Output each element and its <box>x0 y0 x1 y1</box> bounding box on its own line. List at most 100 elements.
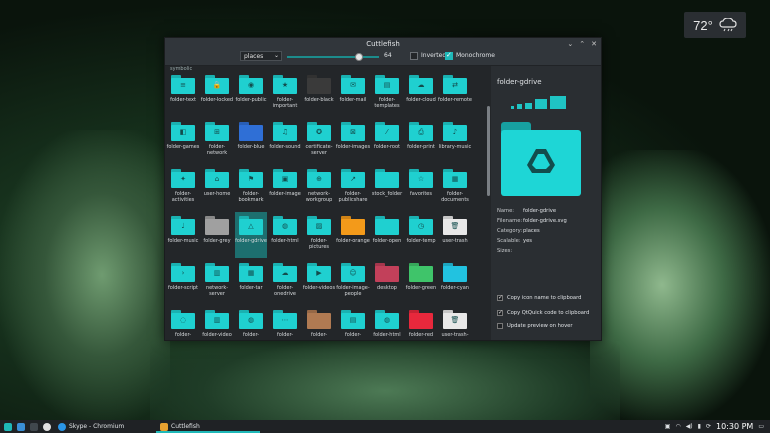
icon-cell[interactable]: folder-grey <box>201 212 233 258</box>
icon-cell[interactable]: ▤ folder- <box>337 306 369 340</box>
icon-cell[interactable]: ☺ folder-image-people <box>336 259 370 305</box>
folder-icon: ☺ <box>341 263 365 282</box>
icon-cell[interactable]: ◍ folder- <box>235 306 267 340</box>
icon-cell[interactable]: ◉ folder-public <box>235 71 267 117</box>
network-icon[interactable]: ◠ <box>675 423 680 430</box>
icon-cell[interactable]: △ folder-gdrive <box>235 212 267 258</box>
icon-cell[interactable]: ♫ folder-sound <box>269 118 301 164</box>
icon-label: desktop <box>377 285 397 291</box>
icon-cell[interactable]: ⊞ folder-network <box>201 118 233 164</box>
slider-handle[interactable] <box>354 53 363 61</box>
icon-cell[interactable]: 🔒 folder-locked <box>201 71 233 117</box>
icon-cell[interactable]: ◍ folder-html <box>269 212 301 258</box>
option-checkbox[interactable] <box>497 294 503 301</box>
files-icon[interactable] <box>17 420 25 433</box>
show-desktop-icon[interactable]: ▭ <box>758 423 764 430</box>
option-checkbox-row[interactable]: Copy QtQuick code to clipboard <box>497 309 589 316</box>
metadata-key: Filename: <box>497 218 523 224</box>
icon-cell[interactable]: ◌ folder- <box>167 306 199 340</box>
icon-cell[interactable]: ▶ folder-videos <box>303 259 335 305</box>
icon-cell[interactable]: ✦ folder-activities <box>167 165 199 211</box>
icon-cell[interactable]: folder-red <box>405 306 437 340</box>
browser-icon[interactable] <box>43 420 51 433</box>
battery-icon[interactable]: ▮ <box>698 423 701 430</box>
icon-label: folder- <box>175 332 191 338</box>
icon-cell[interactable]: ≡ folder-text <box>167 71 199 117</box>
terminal-icon[interactable] <box>30 420 38 433</box>
folder-icon: ✦ <box>171 169 195 188</box>
icon-cell[interactable]: ↗ folder-publicshare <box>337 165 369 211</box>
close-icon[interactable]: ✕ <box>591 40 597 48</box>
icon-cell[interactable]: ◧ folder-games <box>167 118 199 164</box>
icon-cell[interactable]: ☁ folder-cloud <box>405 71 437 117</box>
scrollbar-thumb[interactable] <box>487 106 490 196</box>
taskbar-item-skype[interactable]: Skype - Chromium <box>58 420 124 433</box>
icon-cell[interactable]: ✪ certificate-server <box>303 118 335 164</box>
category-select[interactable]: places ⌄ <box>240 51 282 61</box>
option-label: Copy icon name to clipboard <box>507 295 582 301</box>
folder-icon: ⊞ <box>205 122 229 141</box>
titlebar[interactable]: Cuttlefish ⌄ ⌃ ✕ <box>165 38 601 49</box>
option-checkbox[interactable] <box>497 309 503 316</box>
inverted-checkbox[interactable] <box>410 52 418 60</box>
icon-cell[interactable]: ⁄ folder-root <box>371 118 403 164</box>
icon-cell[interactable]: ◍ folder-html <box>371 306 403 340</box>
icon-cell[interactable]: ⚑ folder-bookmark <box>235 165 267 211</box>
icon-cell[interactable]: ▣ folder-image <box>269 165 301 211</box>
icon-cell[interactable]: ▥ network-server <box>201 259 233 305</box>
folder-gdrive-icon[interactable] <box>535 99 547 109</box>
icon-cell[interactable]: folder- <box>303 306 335 340</box>
option-checkbox-row[interactable]: Copy icon name to clipboard <box>497 294 582 301</box>
folder-icon: ◌ <box>171 310 195 329</box>
folder-icon: ▤ <box>375 75 399 94</box>
icon-cell[interactable]: ⋯ folder- <box>269 306 301 340</box>
folder-gdrive-icon[interactable] <box>525 103 532 109</box>
icon-cell[interactable]: folder-cyan <box>439 259 471 305</box>
updates-icon[interactable]: ⟳ <box>706 423 711 430</box>
icon-cell[interactable]: folder-green <box>405 259 437 305</box>
weather-widget[interactable]: 72° <box>684 12 746 38</box>
icon-cell[interactable]: ★ folder-important <box>269 71 301 117</box>
icon-cell[interactable]: ◷ folder-temp <box>405 212 437 258</box>
icon-cell[interactable]: ⊕ network-workgroup <box>303 165 335 211</box>
icon-cell[interactable]: desktop <box>371 259 403 305</box>
icon-cell[interactable]: ▦ folder-tar <box>235 259 267 305</box>
folder-icon: ◷ <box>409 216 433 235</box>
icon-cell[interactable]: › folder-script <box>167 259 199 305</box>
icon-cell[interactable]: stock_folder <box>371 165 403 211</box>
folder-gdrive-icon[interactable] <box>517 104 522 109</box>
icon-cell[interactable]: ▨ folder-pictures <box>303 212 335 258</box>
icon-cell[interactable]: ☆ favorites <box>405 165 437 211</box>
icon-cell[interactable]: ▥ folder-video <box>201 306 233 340</box>
icon-cell[interactable]: folder-open <box>371 212 403 258</box>
icon-size-slider[interactable] <box>287 53 379 61</box>
icon-cell[interactable]: ✉ folder-mail <box>337 71 369 117</box>
icon-cell[interactable]: ☁ folder-onedrive <box>269 259 301 305</box>
option-checkbox-row[interactable]: Update preview on hover <box>497 323 573 329</box>
maximize-icon[interactable]: ⌃ <box>579 40 585 48</box>
app-launcher-icon[interactable] <box>4 420 12 433</box>
icon-cell[interactable]: folder-black <box>303 71 335 117</box>
icon-cell[interactable]: ▦ folder-documents <box>439 165 471 211</box>
icon-cell[interactable]: folder-orange <box>336 212 370 258</box>
icon-cell[interactable]: ⇄ folder-remote <box>438 71 472 117</box>
volume-icon[interactable]: ◀) <box>686 423 693 430</box>
icon-label: folder-green <box>405 285 437 291</box>
clipboard-icon[interactable]: ▣ <box>665 423 671 430</box>
folder-gdrive-icon[interactable] <box>511 106 514 109</box>
icon-cell[interactable]: 🗑 user-trash- <box>439 306 471 340</box>
icon-cell[interactable]: ⎙ folder-print <box>405 118 437 164</box>
icon-cell[interactable]: 🗑 user-trash <box>439 212 471 258</box>
icon-cell[interactable]: ▤ folder-templates <box>371 71 403 117</box>
option-checkbox[interactable] <box>497 323 503 329</box>
monochrome-checkbox[interactable] <box>445 51 453 60</box>
minimize-icon[interactable]: ⌄ <box>567 40 573 48</box>
icon-cell[interactable]: ⌂ user-home <box>201 165 233 211</box>
folder-icon: 🗑 <box>443 310 467 329</box>
icon-cell[interactable]: ♪ library-music <box>439 118 471 164</box>
folder-gdrive-icon[interactable] <box>550 96 566 109</box>
icon-cell[interactable]: ⊠ folder-images <box>336 118 370 164</box>
icon-cell[interactable]: folder-blue <box>235 118 267 164</box>
icon-cell[interactable]: ♩ folder-music <box>167 212 199 258</box>
clock[interactable]: 10:30 PM <box>716 422 753 431</box>
